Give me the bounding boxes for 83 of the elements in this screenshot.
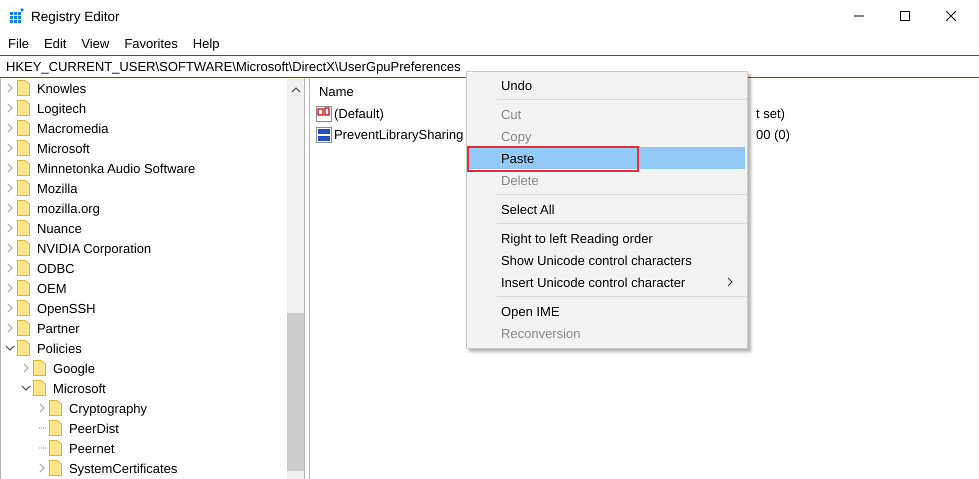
- tree-item[interactable]: Knowles: [37, 80, 86, 96]
- chevron-right-icon[interactable]: [5, 183, 15, 193]
- folder-icon: [49, 420, 62, 436]
- tree-item[interactable]: SystemCertificates: [69, 460, 178, 476]
- tree-item[interactable]: PeerDist: [69, 420, 119, 436]
- tree-item[interactable]: Logitech: [37, 100, 86, 116]
- folder-icon: [49, 440, 62, 456]
- string-value-icon: [316, 106, 332, 122]
- folder-icon: [17, 80, 30, 96]
- menu-item[interactable]: Open IME: [467, 300, 745, 322]
- maximize-icon[interactable]: [899, 10, 911, 22]
- folder-icon: [17, 140, 30, 156]
- tree-item[interactable]: ODBC: [37, 260, 75, 276]
- folder-icon: [33, 360, 46, 376]
- folder-icon: [17, 260, 30, 276]
- folder-icon: [17, 240, 30, 256]
- menu-item[interactable]: Select All: [467, 198, 745, 220]
- folder-icon: [33, 380, 46, 396]
- menu-item[interactable]: Show Unicode control characters: [467, 249, 745, 271]
- tree-item[interactable]: Nuance: [37, 220, 82, 236]
- chevron-right-icon[interactable]: [5, 263, 15, 273]
- chevron-right-icon[interactable]: [5, 303, 15, 313]
- tree-item[interactable]: NVIDIA Corporation: [37, 240, 152, 256]
- folder-icon: [17, 280, 30, 296]
- tree-item[interactable]: mozilla.org: [37, 200, 100, 216]
- chevron-right-icon: [727, 277, 733, 287]
- registry-icon: [9, 8, 25, 24]
- window-title: Registry Editor: [31, 8, 120, 24]
- menu-item[interactable]: Favorites: [124, 36, 178, 50]
- chevron-right-icon[interactable]: [21, 363, 31, 373]
- value-data: 00 (0): [756, 127, 790, 142]
- tree-item[interactable]: Peernet: [69, 440, 115, 456]
- folder-icon: [17, 100, 30, 116]
- chevron-right-icon[interactable]: [37, 463, 47, 473]
- close-icon[interactable]: [945, 10, 957, 22]
- folder-icon: [17, 220, 30, 236]
- tree-item[interactable]: Cryptography: [69, 400, 148, 416]
- menu-item[interactable]: Edit: [44, 36, 66, 50]
- tree-item[interactable]: Macromedia: [37, 120, 109, 136]
- tree-item[interactable]: Microsoft: [53, 380, 106, 396]
- chevron-right-icon[interactable]: [37, 403, 47, 413]
- folder-icon: [49, 400, 62, 416]
- tree-item[interactable]: Mozilla: [37, 180, 78, 196]
- scrollbar[interactable]: [287, 78, 304, 479]
- tree-item[interactable]: Policies: [37, 340, 82, 356]
- chevron-down-icon[interactable]: [5, 343, 15, 353]
- value-data: t set): [756, 106, 785, 121]
- scroll-up-icon[interactable]: [291, 86, 301, 94]
- folder-icon: [17, 180, 30, 196]
- column-header[interactable]: Name: [319, 84, 354, 98]
- menu-item[interactable]: Help: [192, 36, 220, 50]
- folder-icon: [17, 120, 30, 136]
- value-name[interactable]: PreventLibrarySharing: [334, 127, 464, 142]
- menu-item[interactable]: Insert Unicode control character: [467, 271, 745, 293]
- chevron-right-icon[interactable]: [5, 323, 15, 333]
- chevron-right-icon[interactable]: [5, 83, 15, 93]
- chevron-down-icon[interactable]: [21, 383, 31, 393]
- chevron-right-icon[interactable]: [5, 203, 15, 213]
- chevron-right-icon[interactable]: [5, 143, 15, 153]
- folder-icon: [17, 200, 30, 216]
- chevron-right-icon[interactable]: [5, 123, 15, 133]
- chevron-right-icon[interactable]: [5, 223, 15, 233]
- folder-icon: [17, 300, 30, 316]
- value-name[interactable]: (Default): [334, 106, 384, 121]
- tree-item[interactable]: Partner: [37, 320, 80, 336]
- folder-icon: [49, 460, 62, 476]
- menu-item[interactable]: Right to left Reading order: [467, 227, 745, 249]
- menu-item[interactable]: Paste: [467, 147, 745, 169]
- folder-icon: [17, 340, 30, 356]
- folder-icon: [17, 160, 30, 176]
- tree-item[interactable]: Google: [53, 360, 95, 376]
- menu-item[interactable]: View: [81, 36, 110, 50]
- chevron-right-icon[interactable]: [5, 103, 15, 113]
- chevron-right-icon[interactable]: [5, 163, 15, 173]
- folder-icon: [17, 320, 30, 336]
- tree-item[interactable]: OpenSSH: [37, 300, 96, 316]
- tree-item[interactable]: Microsoft: [37, 140, 90, 156]
- menu-item[interactable]: File: [8, 36, 29, 50]
- tree-item[interactable]: Minnetonka Audio Software: [37, 160, 196, 176]
- chevron-right-icon[interactable]: [5, 283, 15, 293]
- tree-item[interactable]: OEM: [37, 280, 67, 296]
- binary-value-icon: [316, 126, 332, 142]
- chevron-right-icon[interactable]: [5, 243, 15, 253]
